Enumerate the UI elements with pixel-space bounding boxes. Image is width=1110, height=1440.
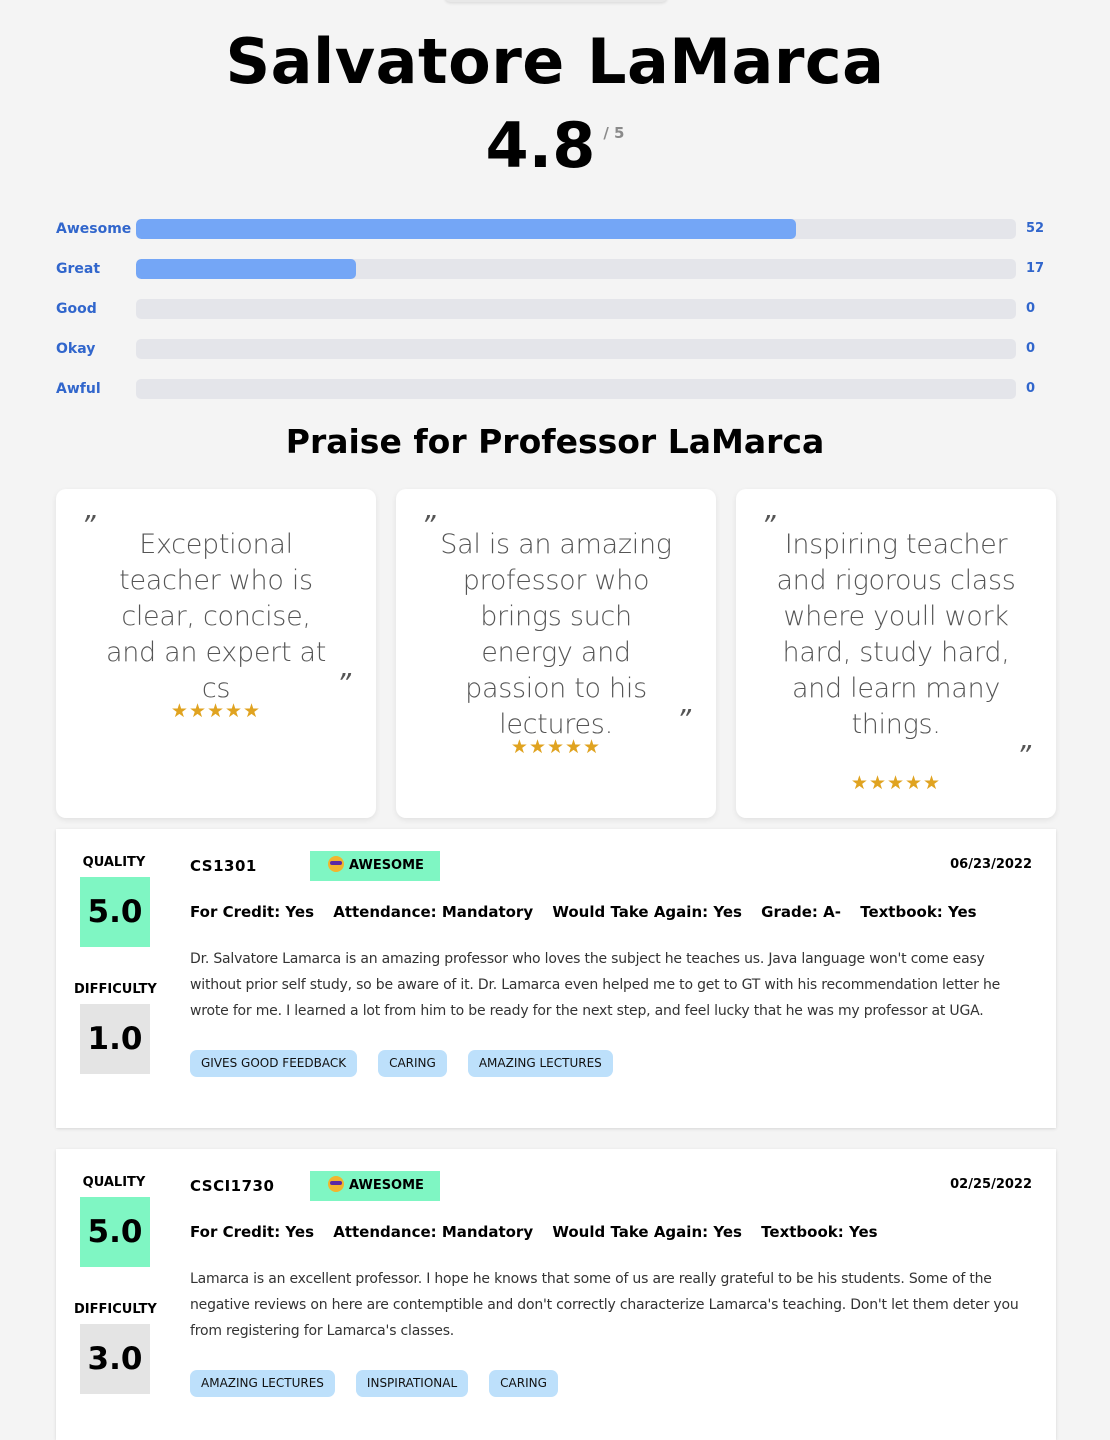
meta-grade: Grade: A- — [761, 903, 841, 921]
quality-label: QUALITY — [82, 855, 146, 870]
close-quote-icon: ” — [336, 667, 351, 700]
meta-textbook: Textbook: Yes — [761, 1223, 878, 1241]
meta-attendance: Attendance: Mandatory — [333, 903, 534, 921]
distribution-row-awful: Awful 0 — [56, 379, 1056, 419]
distribution-count: 17 — [1026, 261, 1045, 276]
difficulty-score: 1.0 — [80, 1004, 150, 1074]
review-tag: CARING — [378, 1050, 447, 1077]
meta-attendance: Attendance: Mandatory — [333, 1223, 534, 1241]
distribution-count: 0 — [1026, 341, 1036, 356]
open-quote-icon: ” — [761, 509, 776, 542]
rating-badge: AWESOME — [310, 1171, 440, 1201]
distribution-fill — [136, 259, 356, 279]
distribution-track — [136, 259, 1016, 279]
distribution-track — [136, 339, 1016, 359]
meta-would-take-again: Would Take Again: Yes — [552, 1223, 742, 1241]
average-rating-value: 4.8 — [485, 109, 596, 182]
meta-for-credit: For Credit: Yes — [190, 1223, 314, 1241]
distribution-label: Awesome — [56, 221, 132, 237]
rating-badge-label: AWESOME — [349, 1178, 424, 1193]
top-tab-handle — [445, 0, 667, 2]
quality-score: 5.0 — [80, 877, 150, 947]
distribution-row-awesome: Awesome 52 — [56, 219, 1056, 259]
open-quote-icon: ” — [81, 509, 96, 542]
meta-for-credit: For Credit: Yes — [190, 903, 314, 921]
sunglasses-emoji-icon — [328, 1176, 344, 1192]
review-tags: AMAZING LECTURES INSPIRATIONAL CARING — [190, 1370, 579, 1397]
review-meta: For Credit: Yes Attendance: Mandatory Wo… — [190, 1223, 892, 1241]
review-tag: INSPIRATIONAL — [355, 1370, 469, 1397]
sunglasses-emoji-icon — [328, 856, 344, 872]
distribution-count: 0 — [1026, 381, 1036, 396]
distribution-label: Great — [56, 261, 101, 277]
distribution-label: Good — [56, 301, 97, 317]
distribution-fill — [136, 219, 796, 239]
praise-quote-text: Inspiring teacher and rigorous class whe… — [776, 529, 1016, 740]
review-tag: CARING — [489, 1370, 558, 1397]
meta-would-take-again: Would Take Again: Yes — [552, 903, 742, 921]
quality-label: QUALITY — [82, 1175, 146, 1190]
praise-quote-card: ” Exceptional teacher who is clear, conc… — [56, 489, 376, 818]
praise-quote-card: ” Sal is an amazing professor who brings… — [396, 489, 716, 818]
review-date: 02/25/2022 — [950, 1177, 1032, 1192]
difficulty-label: DIFFICULTY — [74, 982, 157, 997]
praise-quote-text: Sal is an amazing professor who brings s… — [440, 529, 672, 740]
distribution-track — [136, 299, 1016, 319]
quality-score: 5.0 — [80, 1197, 150, 1267]
review-tag: AMAZING LECTURES — [467, 1050, 613, 1077]
distribution-track — [136, 379, 1016, 399]
star-rating-icon: ★★★★★ — [850, 772, 942, 794]
distribution-label: Awful — [56, 381, 101, 397]
professor-name: Salvatore LaMarca — [225, 25, 885, 98]
average-rating-max: / 5 — [603, 124, 625, 142]
distribution-count: 52 — [1026, 221, 1045, 236]
review-comment: Lamarca is an excellent professor. I hop… — [190, 1271, 1019, 1339]
rating-distribution: Awesome 52 Great 17 Good 0 Okay 0 Awful … — [56, 219, 1056, 419]
star-rating-icon: ★★★★★ — [170, 700, 262, 722]
course-code: CSCI1730 — [190, 1177, 275, 1195]
praise-quote-text: Exceptional teacher who is clear, concis… — [105, 529, 327, 704]
review-meta: For Credit: Yes Attendance: Mandatory Wo… — [190, 903, 991, 921]
review-tag: AMAZING LECTURES — [190, 1370, 335, 1397]
close-quote-icon: ” — [1016, 739, 1031, 772]
review-card: QUALITY 5.0 DIFFICULTY 3.0 CSCI1730 AWES… — [56, 1149, 1056, 1440]
review-date: 06/23/2022 — [950, 857, 1032, 872]
distribution-row-good: Good 0 — [56, 299, 1056, 339]
difficulty-label: DIFFICULTY — [74, 1302, 157, 1317]
difficulty-score: 3.0 — [80, 1324, 150, 1394]
open-quote-icon: ” — [421, 509, 436, 542]
meta-textbook: Textbook: Yes — [860, 903, 977, 921]
review-tag: GIVES GOOD FEEDBACK — [190, 1050, 358, 1077]
course-code: CS1301 — [190, 857, 257, 875]
distribution-row-okay: Okay 0 — [56, 339, 1056, 379]
rating-badge: AWESOME — [310, 851, 440, 881]
review-tags: GIVES GOOD FEEDBACK CARING AMAZING LECTURE… — [190, 1050, 634, 1077]
rating-badge-label: AWESOME — [349, 858, 424, 873]
distribution-label: Okay — [56, 341, 96, 357]
praise-quote-card: ” Inspiring teacher and rigorous class w… — [736, 489, 1056, 818]
review-card: QUALITY 5.0 DIFFICULTY 1.0 CS1301 AWESOM… — [56, 829, 1056, 1128]
praise-title: Praise for Professor LaMarca — [285, 422, 825, 461]
distribution-count: 0 — [1026, 301, 1036, 316]
average-rating: 4.8 / 5 — [0, 108, 1110, 184]
distribution-row-great: Great 17 — [56, 259, 1056, 299]
review-comment: Dr. Salvatore Lamarca is an amazing prof… — [190, 951, 1001, 1019]
distribution-track — [136, 219, 1016, 239]
star-rating-icon: ★★★★★ — [510, 736, 602, 758]
close-quote-icon: ” — [676, 703, 691, 736]
